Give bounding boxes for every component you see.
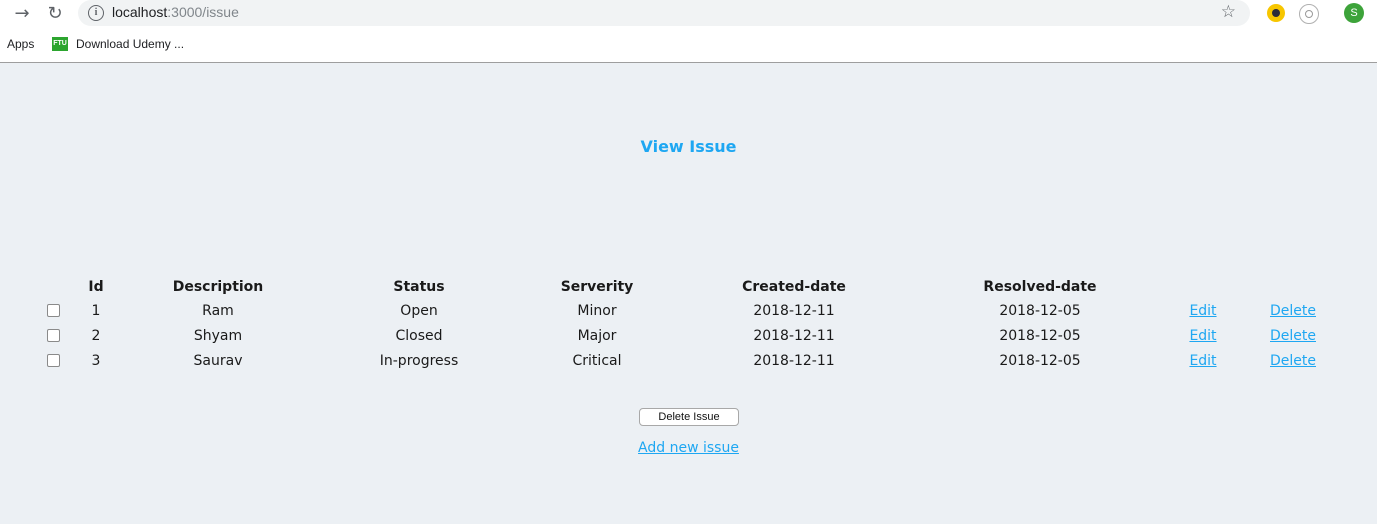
cell-description: Ram [202,302,234,319]
cell-delete: Delete [1246,323,1340,348]
cell-severity: Minor [577,302,617,319]
cell-edit: Edit [1160,298,1246,323]
reload-icon[interactable]: ↻ [44,3,66,25]
header-select [38,276,68,298]
header-id: Id [88,279,104,295]
row-checkbox-cell [38,348,68,373]
cell-description: Shyam [193,327,243,344]
row-checkbox-cell [38,323,68,348]
cell-created-date: 2018-12-11 [753,352,835,369]
bookmark-star-icon[interactable]: ☆ [1221,2,1236,22]
cell-severity: Critical [572,352,622,369]
cell-resolved-date: 2018-12-05 [999,327,1081,344]
cell-edit: Edit [1160,348,1246,373]
header-severity: Serverity [560,279,634,295]
table-row: 3 Saurav In-progress Critical 2018-12-11… [38,348,1340,373]
url-host: localhost [112,4,168,20]
delete-issue-button[interactable]: Delete Issue [639,408,739,426]
cell-delete: Delete [1246,298,1340,323]
cell-created-date: 2018-12-11 [753,302,835,319]
edit-link[interactable]: Edit [1189,353,1216,369]
issues-table: Id Description Status Serverity Created-… [38,276,1340,373]
table-row: 2 Shyam Closed Major 2018-12-11 2018-12-… [38,323,1340,348]
bookmark-apps[interactable]: Apps [7,37,34,51]
cell-status: Closed [395,327,443,344]
cell-created-date: 2018-12-11 [753,327,835,344]
url-text[interactable]: localhost:3000/issue [112,4,239,20]
row-checkbox-cell [38,298,68,323]
page-title: View Issue [640,137,737,156]
add-issue-container: Add new issue [0,440,1377,456]
row-checkbox[interactable] [46,304,60,317]
cell-id: 2 [91,327,101,344]
extension-icon[interactable] [1299,4,1319,24]
row-checkbox[interactable] [46,354,60,367]
table-row: 1 Ram Open Minor 2018-12-11 2018-12-05 E… [38,298,1340,323]
cell-resolved-date: 2018-12-05 [999,352,1081,369]
header-resolved-date: Resolved-date [983,279,1097,295]
cell-status: Open [400,302,438,319]
cell-description: Saurav [193,352,243,369]
cell-id: 1 [91,302,101,319]
bookmark-download-udemy[interactable]: Download Udemy ... [76,37,184,51]
ftu-icon: FTU [52,37,68,51]
cell-id: 3 [91,352,101,369]
edit-link[interactable]: Edit [1189,328,1216,344]
add-new-issue-link[interactable]: Add new issue [638,440,739,456]
cell-resolved-date: 2018-12-05 [999,302,1081,319]
row-checkbox[interactable] [46,329,60,342]
table-header-row: Id Description Status Serverity Created-… [38,276,1340,298]
header-description: Description [172,279,264,295]
address-bar[interactable]: i localhost:3000/issue ☆ [78,0,1250,26]
cell-edit: Edit [1160,323,1246,348]
cell-delete: Delete [1246,348,1340,373]
edit-link[interactable]: Edit [1189,303,1216,319]
delete-link[interactable]: Delete [1270,353,1316,369]
header-created-date: Created-date [742,279,846,295]
cell-status: In-progress [379,352,459,369]
header-delete [1246,276,1340,298]
delete-link[interactable]: Delete [1270,328,1316,344]
bookmarks-bar: Apps FTU Download Udemy ... [0,28,1377,63]
delete-link[interactable]: Delete [1270,303,1316,319]
extension-icon[interactable] [1267,4,1285,22]
cell-severity: Major [577,327,617,344]
browser-toolbar: → ↻ i localhost:3000/issue ☆ S [0,0,1377,28]
profile-avatar[interactable]: S [1344,3,1364,23]
info-icon[interactable]: i [88,5,104,21]
header-status: Status [393,279,445,295]
forward-arrow-icon[interactable]: → [11,3,33,25]
header-edit [1160,276,1246,298]
url-path: :3000/issue [167,4,239,20]
